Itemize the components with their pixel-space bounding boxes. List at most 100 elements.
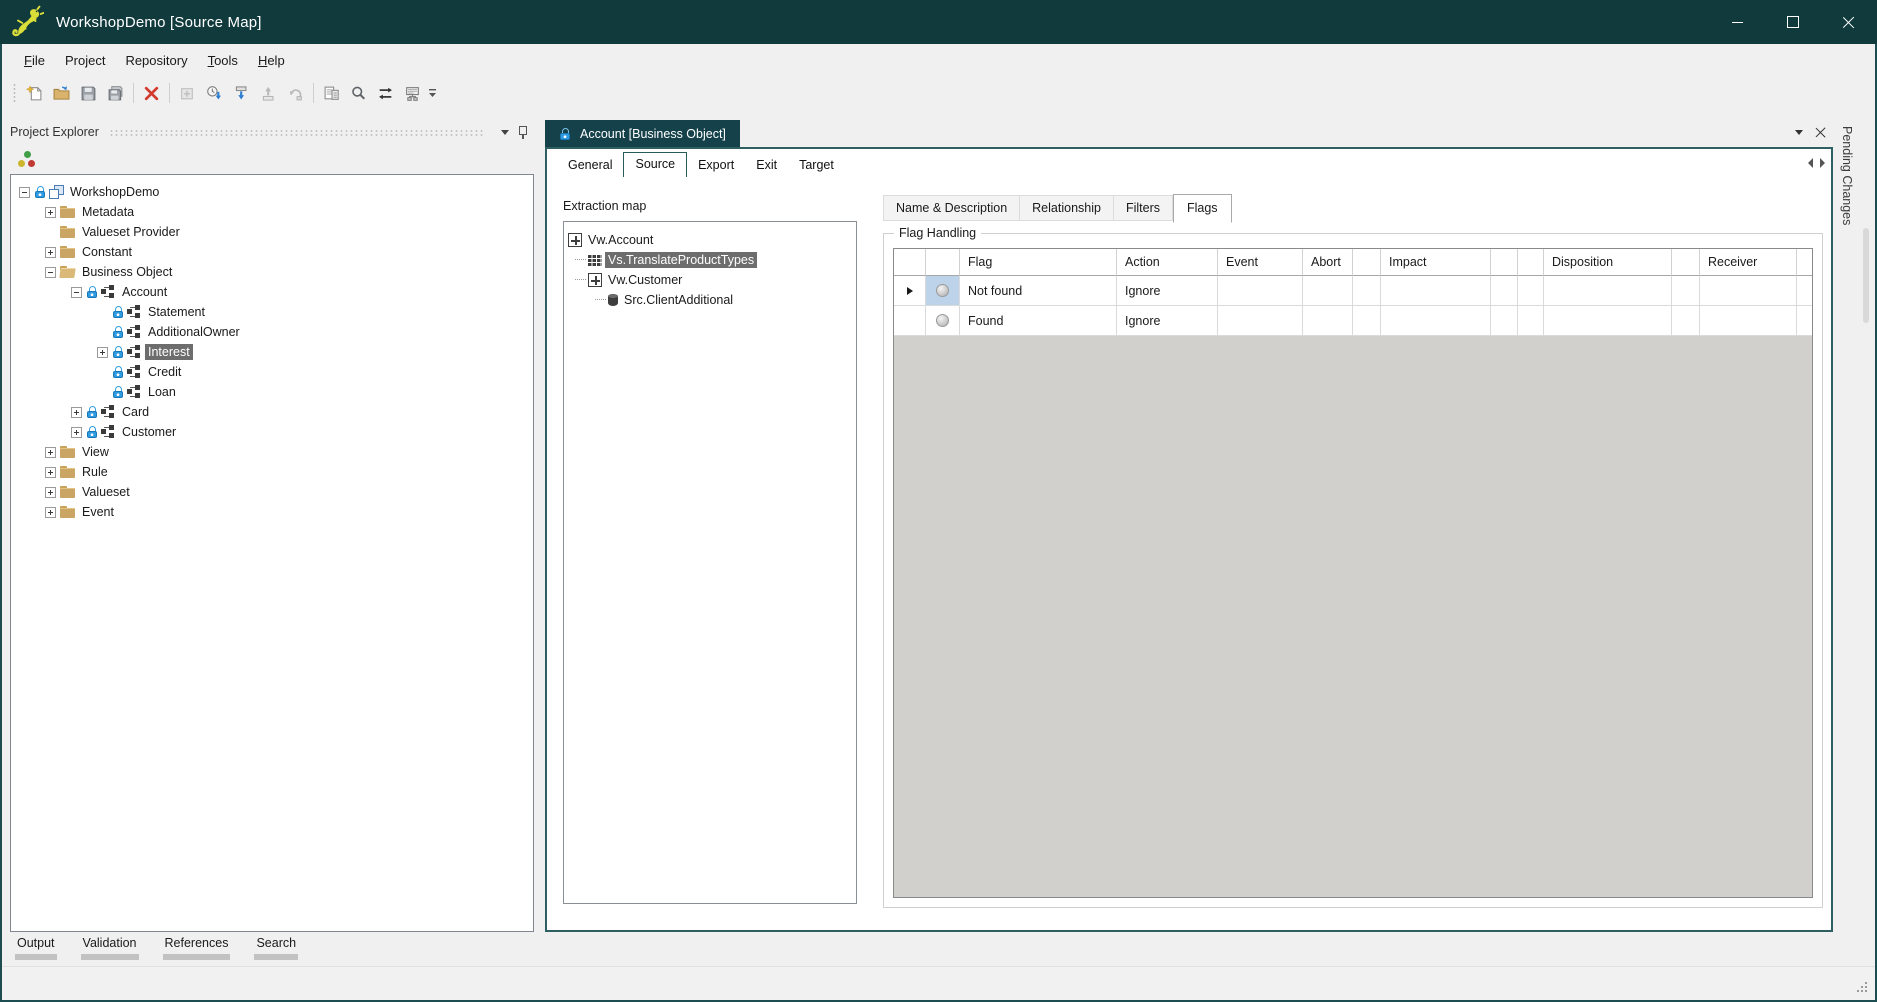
grid-cell[interactable]: [1672, 276, 1700, 306]
flag-icon-cell[interactable]: [926, 306, 960, 336]
undo-checkout-icon[interactable]: [282, 80, 309, 106]
flag-cell[interactable]: Found: [960, 306, 1117, 336]
compare-arrows-icon[interactable]: [372, 80, 399, 106]
pin-icon[interactable]: [517, 125, 528, 140]
tab-exit[interactable]: Exit: [745, 153, 788, 177]
menu-item[interactable]: Help: [248, 49, 295, 72]
event-cell[interactable]: [1218, 306, 1303, 336]
extraction-tree-item[interactable]: Vw.Account: [564, 230, 856, 250]
grid-cell[interactable]: [1353, 306, 1381, 336]
resize-grip-icon[interactable]: [1857, 982, 1869, 994]
minimize-button[interactable]: [1709, 0, 1765, 44]
expander-icon[interactable]: [19, 187, 30, 198]
expander-icon[interactable]: [71, 427, 82, 438]
close-icon[interactable]: [1815, 127, 1825, 137]
tree-item[interactable]: Loan: [11, 382, 533, 402]
menu-item[interactable]: Repository: [115, 49, 197, 72]
tree-item[interactable]: Account: [11, 282, 533, 302]
checkout-clock-icon[interactable]: [201, 80, 228, 106]
expander-icon[interactable]: [45, 207, 56, 218]
search-icon[interactable]: [345, 80, 372, 106]
grid-cell[interactable]: [1491, 276, 1518, 306]
tree-item[interactable]: Rule: [11, 462, 533, 482]
abort-cell[interactable]: [1303, 306, 1353, 336]
save-icon[interactable]: [75, 80, 102, 106]
tree-item[interactable]: Statement: [11, 302, 533, 322]
close-button[interactable]: [1821, 0, 1877, 44]
tree-item[interactable]: Interest: [11, 342, 533, 362]
tab-output[interactable]: Output: [15, 936, 57, 960]
tree-item[interactable]: WorkshopDemo: [11, 182, 533, 202]
tab-export[interactable]: Export: [687, 153, 745, 177]
subtab-relationship[interactable]: Relationship: [1020, 195, 1114, 221]
scroll-left-icon[interactable]: [1808, 158, 1813, 168]
expander-icon[interactable]: [45, 487, 56, 498]
tab-source[interactable]: Source: [623, 152, 687, 178]
menu-item[interactable]: File: [14, 49, 55, 72]
expander-icon[interactable]: [45, 267, 56, 278]
tab-general[interactable]: General: [557, 153, 623, 177]
add-icon-disabled[interactable]: [174, 80, 201, 106]
action-cell[interactable]: Ignore: [1117, 276, 1218, 306]
tab-search[interactable]: Search: [254, 936, 298, 960]
tree-item[interactable]: Metadata: [11, 202, 533, 222]
get-latest-icon[interactable]: [228, 80, 255, 106]
tree-item[interactable]: Valueset: [11, 482, 533, 502]
tree-item[interactable]: Customer: [11, 422, 533, 442]
subtab-filters[interactable]: Filters: [1114, 195, 1173, 221]
scroll-right-icon[interactable]: [1820, 158, 1825, 168]
flag-cell[interactable]: Not found: [960, 276, 1117, 306]
action-cell[interactable]: Ignore: [1117, 306, 1218, 336]
grid-cell[interactable]: [1797, 306, 1813, 336]
extraction-tree-item[interactable]: Vw.Customer: [564, 270, 856, 290]
dropdown-arrow-icon[interactable]: [1795, 130, 1803, 135]
grid-cell[interactable]: [1518, 306, 1544, 336]
grid-cell[interactable]: [1353, 276, 1381, 306]
expander-icon[interactable]: [45, 507, 56, 518]
open-icon[interactable]: [48, 80, 75, 106]
expander-icon[interactable]: [45, 447, 56, 458]
maximize-button[interactable]: [1765, 0, 1821, 44]
grid-cell[interactable]: [1491, 306, 1518, 336]
tree-item[interactable]: Valueset Provider: [11, 222, 533, 242]
disposition-cell[interactable]: [1544, 276, 1672, 306]
tree-item[interactable]: Constant: [11, 242, 533, 262]
expander-icon[interactable]: [45, 467, 56, 478]
row-selector-cell[interactable]: [894, 276, 926, 306]
status-dots-icon[interactable]: [18, 151, 36, 168]
menu-item[interactable]: Project: [55, 49, 115, 72]
subtab-name-description[interactable]: Name & Description: [883, 195, 1020, 221]
tree-item[interactable]: Event: [11, 502, 533, 522]
grid-cell[interactable]: [1518, 276, 1544, 306]
expander-icon[interactable]: [97, 347, 108, 358]
toolbar-options-icon[interactable]: [426, 80, 440, 106]
properties-window-icon[interactable]: [318, 80, 345, 106]
tab-target[interactable]: Target: [788, 153, 845, 177]
subtab-flags[interactable]: Flags: [1173, 194, 1232, 223]
impact-cell[interactable]: [1381, 306, 1491, 336]
toolbar-grip[interactable]: [12, 83, 17, 103]
abort-cell[interactable]: [1303, 276, 1353, 306]
row-selector-cell[interactable]: [894, 306, 926, 336]
tree-item[interactable]: Business Object: [11, 262, 533, 282]
grid-row[interactable]: Found Ignore: [894, 306, 1812, 336]
grid-row[interactable]: Not found Ignore: [894, 276, 1812, 306]
expander-icon[interactable]: [45, 247, 56, 258]
extraction-tree-item[interactable]: Vs.TranslateProductTypes: [564, 250, 856, 270]
tab-validation[interactable]: Validation: [81, 936, 139, 960]
tree-item[interactable]: Card: [11, 402, 533, 422]
flag-icon-cell[interactable]: [926, 276, 960, 306]
checkin-icon[interactable]: [255, 80, 282, 106]
document-tab[interactable]: Account [Business Object]: [545, 120, 740, 147]
dropdown-arrow-icon[interactable]: [501, 130, 509, 135]
extraction-tree-item[interactable]: Src.ClientAdditional: [564, 290, 856, 310]
impact-cell[interactable]: [1381, 276, 1491, 306]
menu-item[interactable]: Tools: [198, 49, 248, 72]
expander-icon[interactable]: [71, 287, 82, 298]
tree-item[interactable]: View: [11, 442, 533, 462]
expander-icon[interactable]: [71, 407, 82, 418]
disposition-cell[interactable]: [1544, 306, 1672, 336]
grid-cell[interactable]: [1797, 276, 1813, 306]
workflow-icon[interactable]: [399, 80, 426, 106]
side-scrollbar[interactable]: [1863, 228, 1869, 323]
